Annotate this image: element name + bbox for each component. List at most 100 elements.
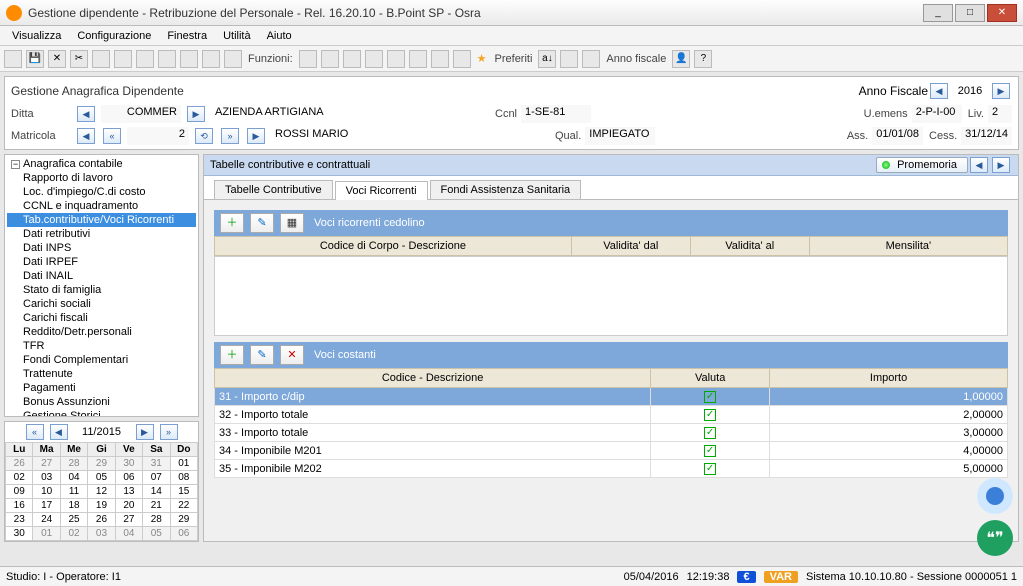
toolbar-btn-1[interactable]: [4, 50, 22, 68]
edit-row-button[interactable]: ✎: [250, 213, 274, 233]
calendar-day[interactable]: 30: [6, 527, 33, 541]
toolbar-btn-3[interactable]: ✕: [48, 50, 66, 68]
menu-configurazione[interactable]: Configurazione: [69, 30, 159, 42]
panel-prev-button[interactable]: ◀: [970, 157, 988, 173]
cal-next-button[interactable]: ▶: [136, 424, 154, 440]
calendar-day[interactable]: 05: [88, 471, 115, 485]
toolbar-btn-9[interactable]: [180, 50, 198, 68]
calendar-day[interactable]: 23: [6, 513, 33, 527]
add-row-button-2[interactable]: ＋: [220, 345, 244, 365]
calendar-day[interactable]: 19: [88, 499, 115, 513]
calendar-day[interactable]: 03: [88, 527, 115, 541]
menu-aiuto[interactable]: Aiuto: [259, 30, 300, 42]
matricola-nav-1[interactable]: ⟲: [195, 128, 213, 144]
toolbar-btn-7[interactable]: [136, 50, 154, 68]
tree-item[interactable]: Dati INAIL: [7, 269, 196, 283]
delete-row-button[interactable]: ✕: [280, 345, 304, 365]
calendar-day[interactable]: 31: [143, 457, 170, 471]
calendar-day[interactable]: 27: [115, 513, 142, 527]
maximize-button[interactable]: □: [955, 4, 985, 22]
calendar-day[interactable]: 22: [170, 499, 197, 513]
tab[interactable]: Fondi Assistenza Sanitaria: [430, 180, 582, 199]
toolbar-fn-8[interactable]: [453, 50, 471, 68]
menu-utilita[interactable]: Utilità: [215, 30, 259, 42]
toolbar-fn-3[interactable]: [343, 50, 361, 68]
calendar-day[interactable]: 07: [143, 471, 170, 485]
calendar-day[interactable]: 02: [6, 471, 33, 485]
table-row[interactable]: 33 - Importo totale✓3,00000: [215, 424, 1008, 442]
calendar-day[interactable]: 06: [170, 527, 197, 541]
tree-item[interactable]: Carichi sociali: [7, 297, 196, 311]
toolbar-fn-2[interactable]: [321, 50, 339, 68]
calendar-day[interactable]: 26: [6, 457, 33, 471]
close-button[interactable]: ✕: [987, 4, 1017, 22]
tab[interactable]: Tabelle Contributive: [214, 180, 333, 199]
toolbar-label-annofiscale[interactable]: Anno fiscale: [606, 53, 666, 65]
table-row[interactable]: 32 - Importo totale✓2,00000: [215, 406, 1008, 424]
ditta-prev-button[interactable]: ◀: [77, 106, 95, 122]
tree-item[interactable]: Dati IRPEF: [7, 255, 196, 269]
toolbar-fn-5[interactable]: [387, 50, 405, 68]
calendar-day[interactable]: 05: [143, 527, 170, 541]
calendar-day[interactable]: 21: [143, 499, 170, 513]
menu-visualizza[interactable]: Visualizza: [4, 30, 69, 42]
grid-voci-costanti[interactable]: Codice - DescrizioneValutaImporto 31 - I…: [214, 368, 1008, 478]
matricola-prev-button[interactable]: ◀: [77, 128, 95, 144]
tree-item[interactable]: Dati INPS: [7, 241, 196, 255]
calendar-day[interactable]: 06: [115, 471, 142, 485]
tree-item[interactable]: Stato di famiglia: [7, 283, 196, 297]
toolbar-fn-6[interactable]: [409, 50, 427, 68]
cal-prev-button[interactable]: ◀: [50, 424, 68, 440]
calendar-day[interactable]: 08: [170, 471, 197, 485]
calendar-day[interactable]: 14: [143, 485, 170, 499]
calendar-day[interactable]: 26: [88, 513, 115, 527]
grid1-body[interactable]: [214, 256, 1008, 336]
toolbar-label-preferiti[interactable]: Preferiti: [495, 53, 533, 65]
ditta-next-button[interactable]: ▶: [187, 106, 205, 122]
calendar-day[interactable]: 01: [170, 457, 197, 471]
calendar-day[interactable]: 30: [115, 457, 142, 471]
toolbar-btn-save[interactable]: 💾: [26, 50, 44, 68]
toolbar-btn-11[interactable]: [224, 50, 242, 68]
calendar-grid[interactable]: LuMaMeGiVeSaDo26272829303101020304050607…: [5, 442, 198, 541]
tree-item[interactable]: CCNL e inquadramento: [7, 199, 196, 213]
matricola-last-button[interactable]: »: [221, 128, 239, 144]
calendar-day[interactable]: 04: [115, 527, 142, 541]
calendar-day[interactable]: 10: [33, 485, 60, 499]
matricola-next-button[interactable]: ▶: [247, 128, 265, 144]
toolbar-btn-6[interactable]: [114, 50, 132, 68]
calendar-day[interactable]: 24: [33, 513, 60, 527]
tree-item[interactable]: Carichi fiscali: [7, 311, 196, 325]
tree-item[interactable]: Reddito/Detr.personali: [7, 325, 196, 339]
calendar-day[interactable]: 29: [170, 513, 197, 527]
promemoria-button[interactable]: Promemoria: [876, 157, 968, 173]
calendar-day[interactable]: 02: [60, 527, 87, 541]
panel-next-button[interactable]: ▶: [992, 157, 1010, 173]
tree-item[interactable]: Fondi Complementari: [7, 353, 196, 367]
tree-item[interactable]: Dati retributivi: [7, 227, 196, 241]
calendar-day[interactable]: 01: [33, 527, 60, 541]
tree-item[interactable]: Gestione Storici: [7, 409, 196, 417]
toolbar-btn-a1[interactable]: a↓: [538, 50, 556, 68]
tree-item[interactable]: Rapporto di lavoro: [7, 171, 196, 185]
calendar-day[interactable]: 13: [115, 485, 142, 499]
calendar-day[interactable]: 28: [143, 513, 170, 527]
anno-prev-button[interactable]: ◀: [930, 83, 948, 99]
minimize-button[interactable]: _: [923, 4, 953, 22]
toolbar-btn-4[interactable]: ✂: [70, 50, 88, 68]
tree-item[interactable]: TFR: [7, 339, 196, 353]
calendar-day[interactable]: 15: [170, 485, 197, 499]
calendar-day[interactable]: 25: [60, 513, 87, 527]
calendar-day[interactable]: 28: [60, 457, 87, 471]
calendar-day[interactable]: 18: [60, 499, 87, 513]
chat-button[interactable]: ❝❞: [977, 520, 1013, 556]
toolbar-btn-a2[interactable]: [560, 50, 578, 68]
table-row[interactable]: 31 - Importo c/dip✓1,00000: [215, 388, 1008, 406]
tree-root[interactable]: −Anagrafica contabile: [7, 157, 196, 171]
tree-item[interactable]: Trattenute: [7, 367, 196, 381]
calendar-day[interactable]: 27: [33, 457, 60, 471]
toolbar-btn-8[interactable]: [158, 50, 176, 68]
toolbar-btn-a3[interactable]: [582, 50, 600, 68]
add-row-button[interactable]: ＋: [220, 213, 244, 233]
avatar-icon[interactable]: [977, 478, 1013, 514]
